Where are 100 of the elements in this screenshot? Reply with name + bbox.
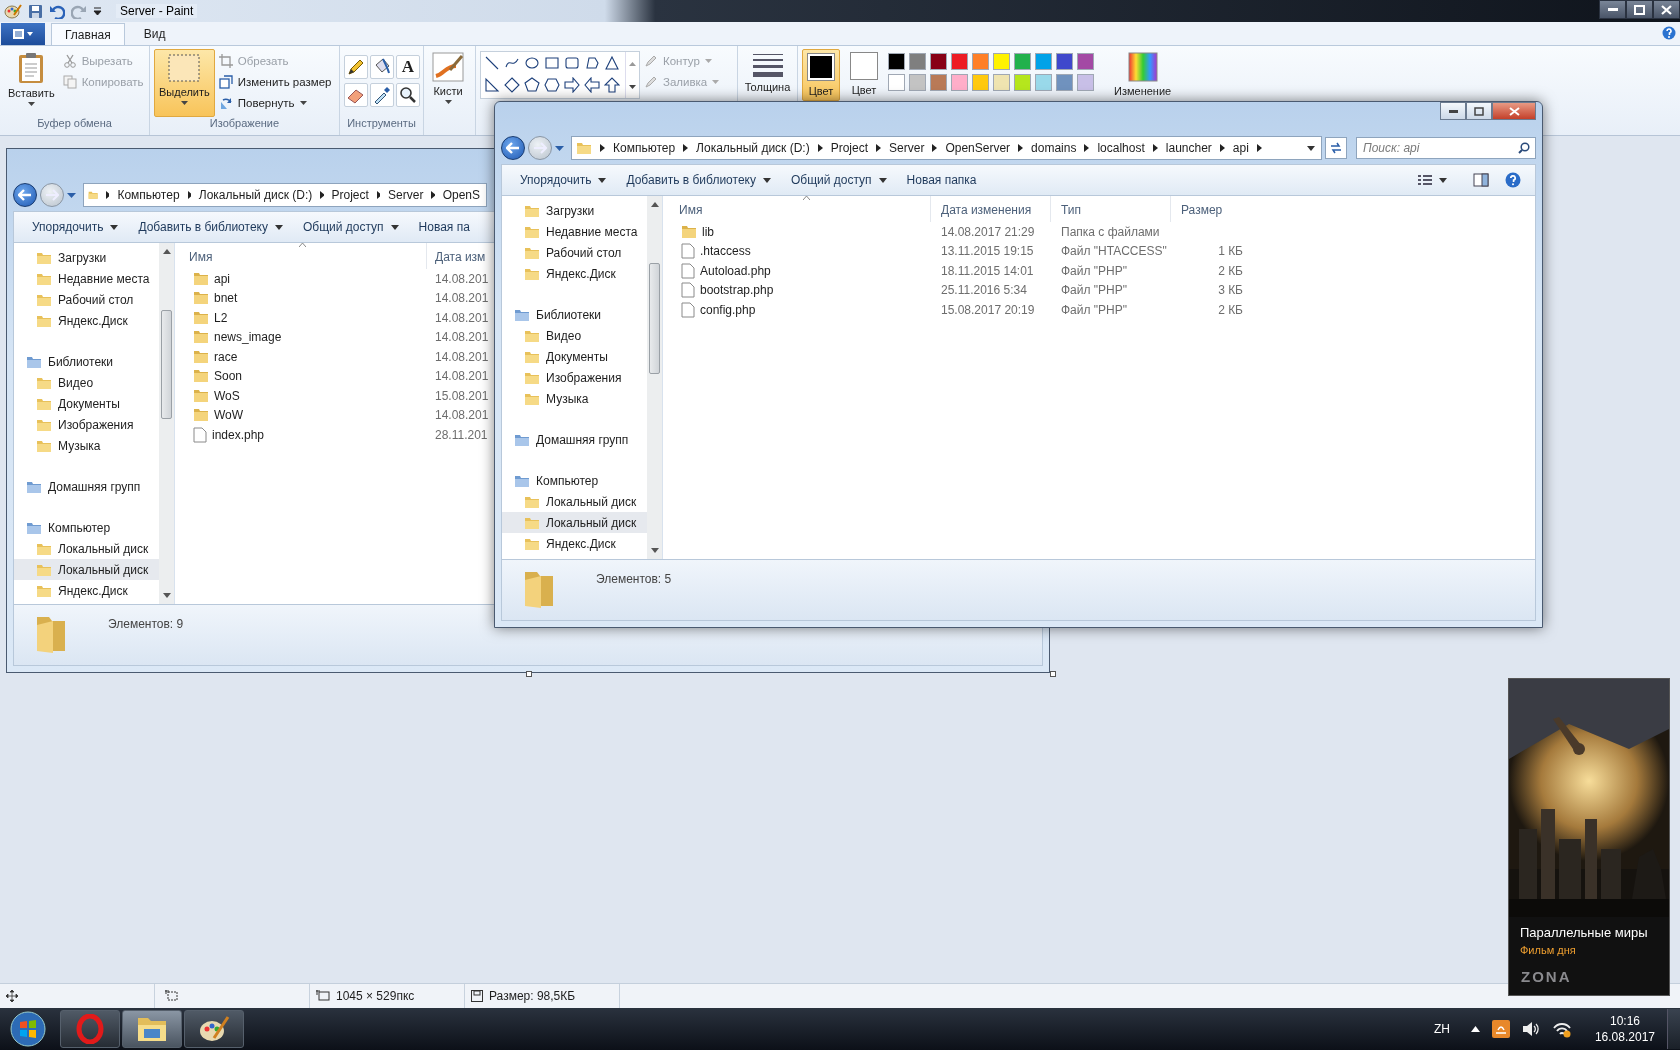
column-header[interactable]: Тип [1051, 196, 1171, 222]
scroll-down-icon[interactable] [650, 548, 659, 553]
file-name[interactable]: WoS [214, 388, 240, 403]
nav-item[interactable]: Документы [502, 346, 647, 367]
nav-item[interactable]: Изображения [502, 367, 647, 388]
file-name[interactable]: race [214, 349, 238, 364]
color-swatch[interactable] [972, 74, 989, 91]
chevron-icon[interactable] [320, 191, 324, 199]
nav-item[interactable]: Локальный диск [14, 538, 159, 559]
color-swatch[interactable] [909, 74, 926, 91]
file-name[interactable]: lib [702, 224, 714, 239]
chevron-icon[interactable] [932, 144, 938, 152]
view-options-icon[interactable] [1417, 174, 1433, 186]
show-hidden-icons[interactable] [1470, 1026, 1480, 1032]
file-name[interactable]: index.php [212, 427, 265, 442]
nav-item[interactable]: Документы [14, 393, 159, 414]
caret-icon[interactable] [1439, 177, 1447, 183]
text-tool[interactable]: A [396, 55, 420, 79]
scroll-down-icon[interactable] [629, 84, 636, 89]
minimize-button[interactable] [1440, 102, 1466, 120]
save-icon[interactable] [28, 3, 43, 19]
magnifier-icon[interactable] [396, 83, 420, 107]
color-swatch[interactable] [1056, 74, 1073, 91]
nav-item[interactable]: Яндекс.Диск [502, 533, 647, 554]
file-name[interactable]: .htaccess [700, 244, 751, 259]
search-field[interactable]: Поиск: api [1356, 137, 1536, 159]
color-swatch[interactable] [993, 74, 1010, 91]
color-swatch[interactable] [1077, 74, 1094, 91]
nav-item[interactable]: Яндекс.Диск [14, 580, 159, 601]
shape-icon[interactable] [504, 77, 520, 93]
shape-icon[interactable] [584, 77, 600, 93]
chevron-icon[interactable] [600, 144, 605, 152]
color-swatch[interactable] [1056, 53, 1073, 70]
scrollbar[interactable] [647, 196, 662, 559]
nav-item[interactable]: Библиотеки [502, 304, 647, 325]
breadcrumb[interactable]: Project [830, 141, 869, 155]
nav-item[interactable]: Локальный диск [502, 491, 647, 512]
rotate-button[interactable]: Повернуть [218, 93, 332, 112]
file-name[interactable]: bootstrap.php [700, 283, 774, 298]
breadcrumb[interactable]: api [1232, 141, 1249, 155]
chevron-icon[interactable] [1084, 144, 1090, 152]
breadcrumb[interactable]: localhost [1097, 141, 1145, 155]
color-swatch[interactable] [951, 53, 968, 70]
color-swatch[interactable] [1014, 74, 1031, 91]
scroll-up-icon[interactable] [162, 249, 171, 254]
column-header[interactable]: Имя [669, 196, 931, 222]
breadcrumb[interactable]: Локальный диск (D:) [198, 188, 313, 202]
toolbar-button[interactable]: Добавить в библиотеку [128, 216, 293, 238]
color-swatch[interactable] [951, 74, 968, 91]
nav-item[interactable]: Музыка [502, 388, 647, 409]
resize-handle[interactable] [1050, 671, 1056, 677]
toolbar-button[interactable]: Новая папка [896, 169, 987, 191]
shape-icon[interactable] [524, 55, 540, 71]
file-menu-button[interactable] [1, 23, 45, 45]
color-swatch[interactable] [1077, 53, 1094, 70]
toolbar-button[interactable]: Общий доступ [780, 169, 897, 191]
breadcrumb[interactable]: Project [331, 188, 369, 202]
history-dropdown-icon[interactable] [67, 192, 76, 198]
file-name[interactable]: Autoload.php [700, 263, 771, 278]
breadcrumb[interactable]: launcher [1165, 141, 1212, 155]
color-swatch[interactable] [930, 53, 947, 70]
shape-icon[interactable] [524, 77, 540, 93]
toolbar-button[interactable]: Общий доступ [292, 216, 409, 238]
nav-item[interactable]: Библиотеки [14, 351, 159, 372]
size-button[interactable]: Толщина [740, 49, 795, 96]
scroll-down-icon[interactable] [162, 593, 171, 598]
scroll-up-icon[interactable] [629, 61, 636, 66]
scrollbar[interactable] [159, 243, 174, 604]
column-header[interactable]: Дата изменения [931, 196, 1051, 222]
nav-item[interactable]: Изображения [14, 414, 159, 435]
address-bar[interactable]: Компьютер Локальный диск (D:) Project Server OpenServer domains localhost launcher api [571, 136, 1322, 160]
tray-app-icon[interactable] [1491, 1020, 1510, 1038]
breadcrumb[interactable]: Компьютер [613, 141, 676, 155]
file-name[interactable]: L2 [214, 310, 228, 325]
chevron-icon[interactable] [376, 191, 381, 199]
ribbon-tab[interactable]: Главная [51, 23, 125, 45]
breadcrumb[interactable]: OpenS [442, 188, 480, 202]
nav-item[interactable]: Яндекс.Диск [14, 310, 159, 331]
nav-item[interactable]: Домашняя групп [14, 476, 159, 497]
file-name[interactable]: news_image [214, 330, 282, 345]
shape-icon[interactable] [604, 77, 620, 93]
breadcrumb[interactable]: Server [388, 188, 424, 202]
scroll-thumb[interactable] [649, 263, 660, 374]
chevron-icon[interactable] [683, 144, 689, 152]
column-header[interactable]: Имя [181, 243, 427, 269]
resize-handle[interactable] [526, 671, 532, 677]
address-bar[interactable]: Компьютер Локальный диск (D:) Project Server OpenS [83, 183, 487, 207]
nav-item[interactable]: Компьютер [502, 470, 647, 491]
nav-item[interactable]: Загрузки [14, 247, 159, 268]
speaker-icon[interactable] [1521, 1021, 1540, 1037]
breadcrumb[interactable]: Компьютер [117, 188, 180, 202]
chevron-icon[interactable] [431, 191, 435, 199]
ribbon-tab[interactable]: Вид [130, 23, 179, 45]
color-swatch[interactable] [909, 53, 926, 70]
breadcrumb[interactable]: domains [1031, 141, 1077, 155]
help-icon[interactable] [1662, 26, 1676, 40]
breadcrumb[interactable]: Server [889, 141, 925, 155]
chevron-icon[interactable] [876, 144, 882, 152]
ad-popup[interactable]: Параллельные миры Фильм дня ZONA [1508, 678, 1670, 996]
color-swatch[interactable] [1035, 74, 1052, 91]
